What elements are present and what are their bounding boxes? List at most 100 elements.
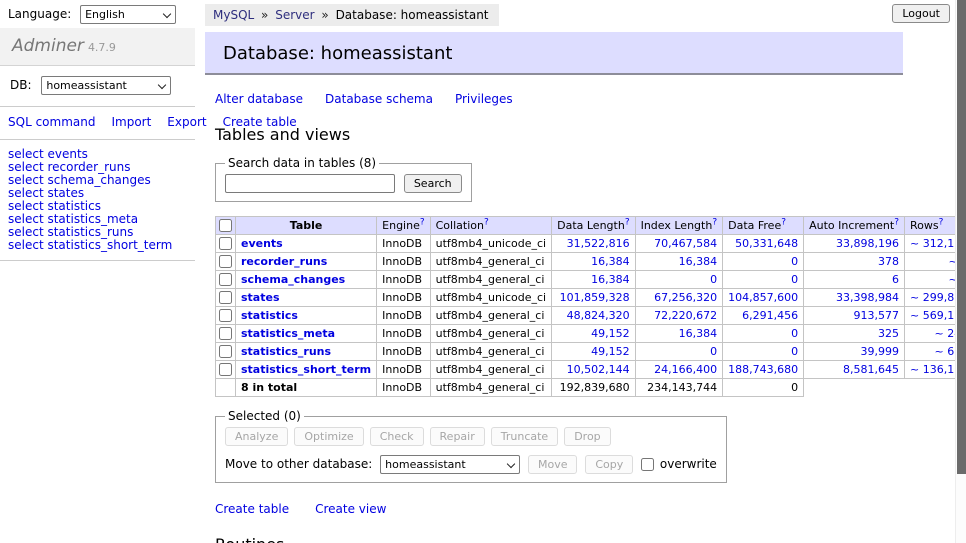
db-select[interactable]: homeassistant [41,76,171,95]
sidebar: Adminer 4.7.9 DB: homeassistant SQL comma… [0,28,195,261]
db-form: DB: homeassistant [0,66,195,107]
column-help-link[interactable]: ? [712,217,717,227]
data-length-link[interactable]: 31,522,816 [567,237,630,250]
sidebar-action-link[interactable]: SQL command [8,115,95,129]
row-checkbox[interactable] [219,345,232,358]
table-name-link[interactable]: statistics [241,309,298,322]
data-free-link[interactable]: 104,857,600 [728,291,798,304]
breadcrumb-link-server[interactable]: Server [275,8,314,22]
auto-increment-link[interactable]: 913,577 [854,309,900,322]
overwrite-checkbox[interactable] [641,458,654,471]
create-link[interactable]: Create table [215,502,289,516]
adminer-logo-link[interactable]: Adminer [12,36,84,56]
data-free-link[interactable]: 50,331,648 [735,237,798,250]
column-help-link[interactable]: ? [625,217,630,227]
table-name-link[interactable]: statistics_runs [241,345,331,358]
data-length-link[interactable]: 49,152 [591,327,630,340]
row-checkbox[interactable] [219,255,232,268]
breadcrumb-link-mysql[interactable]: MySQL [213,8,254,22]
index-length-link[interactable]: 70,467,584 [654,237,717,250]
scrollbar-thumb[interactable] [957,0,966,474]
adminer-version-link[interactable]: 4.7.9 [88,41,116,54]
table-name-link[interactable]: statistics_short_term [241,363,371,376]
engine-cell: InnoDB [377,235,430,253]
database-action-link[interactable]: Alter database [215,92,303,106]
selected-action-button[interactable]: Repair [430,427,485,446]
data-free-link[interactable]: 0 [791,255,798,268]
data-free-link[interactable]: 0 [791,273,798,286]
create-link[interactable]: Create view [315,502,386,516]
select-all-checkbox[interactable] [219,219,232,232]
index-length-link[interactable]: 24,166,400 [654,363,717,376]
table-row: events InnoDB utf8mb4_unicode_ci 31,522,… [216,235,966,253]
table-name-link[interactable]: states [241,291,280,304]
collation-cell: utf8mb4_general_ci [430,307,551,325]
move-row: Move to other database: homeassistant Mo… [225,455,717,474]
sidebar-action-link[interactable]: Export [167,115,206,129]
index-length-link[interactable]: 16,384 [679,327,718,340]
data-free-link[interactable]: 0 [791,327,798,340]
index-length-link[interactable]: 0 [710,345,717,358]
row-checkbox[interactable] [219,363,232,376]
table-name-link[interactable]: schema_changes [241,273,345,286]
auto-increment-link[interactable]: 8,581,645 [843,363,899,376]
column-help-link[interactable]: ? [484,217,489,227]
search-input[interactable] [225,174,395,193]
column-help-link[interactable]: ? [894,217,899,227]
index-length-link[interactable]: 72,220,672 [654,309,717,322]
auto-increment-link[interactable]: 325 [878,327,899,340]
database-action-link[interactable]: Database schema [325,92,433,106]
auto-increment-link[interactable]: 378 [878,255,899,268]
row-checkbox[interactable] [219,291,232,304]
index-length-link[interactable]: 16,384 [679,255,718,268]
auto-increment-link[interactable]: 33,898,196 [836,237,899,250]
table-row: statistics_meta InnoDB utf8mb4_general_c… [216,325,966,343]
database-action-link[interactable]: Privileges [455,92,513,106]
search-button[interactable]: Search [404,174,462,193]
collation-cell: utf8mb4_general_ci [430,361,551,379]
app-header: Adminer 4.7.9 [0,28,195,66]
auto-increment-link[interactable]: 39,999 [861,345,900,358]
column-help-link[interactable]: ? [939,217,944,227]
move-database-select[interactable]: homeassistant [380,455,520,474]
row-checkbox[interactable] [219,273,232,286]
engine-cell: InnoDB [377,325,430,343]
language-label: Language: [8,7,71,21]
data-length-link[interactable]: 10,502,144 [567,363,630,376]
selected-action-button[interactable]: Optimize [294,427,363,446]
auto-increment-link[interactable]: 33,398,984 [836,291,899,304]
language-select[interactable]: English [80,5,176,24]
create-links: Create table Create view [215,502,903,516]
copy-button[interactable]: Copy [585,455,633,474]
data-free-link[interactable]: 188,743,680 [728,363,798,376]
column-help-link[interactable]: ? [420,217,425,227]
selected-action-button[interactable]: Truncate [491,427,558,446]
data-free-link[interactable]: 6,291,456 [742,309,798,322]
column-help-link[interactable]: ? [781,217,786,227]
data-length-link[interactable]: 48,824,320 [567,309,630,322]
row-checkbox[interactable] [219,327,232,340]
table-name-link[interactable]: events [241,237,283,250]
data-length-link[interactable]: 16,384 [591,273,630,286]
selected-action-button[interactable]: Analyze [225,427,288,446]
sidebar-select-table-link[interactable]: select statistics_short_term [8,239,187,252]
sidebar-action-link[interactable]: Import [111,115,151,129]
tables-overview-table: Table Engine? Collation? Data Length? In… [215,216,966,397]
row-checkbox[interactable] [219,237,232,250]
table-name-link[interactable]: statistics_meta [241,327,335,340]
selected-action-button[interactable]: Drop [564,427,610,446]
index-length-link[interactable]: 67,256,320 [654,291,717,304]
selected-action-button[interactable]: Check [370,427,424,446]
data-length-link[interactable]: 16,384 [591,255,630,268]
collation-cell: utf8mb4_general_ci [430,271,551,289]
table-name-link[interactable]: recorder_runs [241,255,327,268]
move-button[interactable]: Move [528,455,578,474]
engine-cell: InnoDB [377,343,430,361]
data-length-link[interactable]: 49,152 [591,345,630,358]
data-length-link[interactable]: 101,859,328 [560,291,630,304]
vertical-scrollbar[interactable] [955,0,966,543]
data-free-link[interactable]: 0 [791,345,798,358]
auto-increment-link[interactable]: 6 [892,273,899,286]
row-checkbox[interactable] [219,309,232,322]
index-length-link[interactable]: 0 [710,273,717,286]
